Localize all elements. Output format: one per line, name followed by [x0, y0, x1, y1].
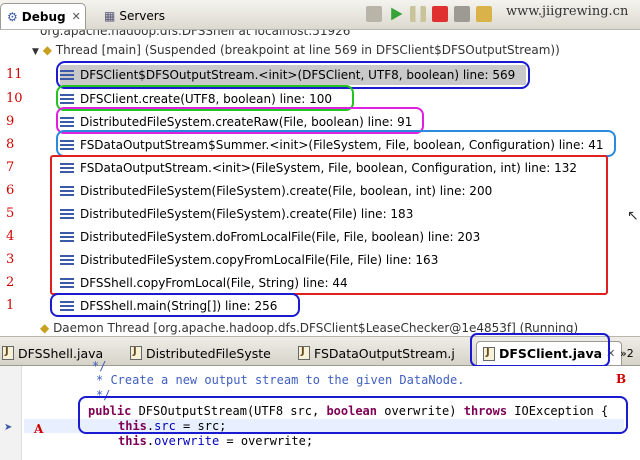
- remove-terminated-icon[interactable]: [366, 6, 382, 22]
- frame-number-label: 11: [6, 67, 23, 82]
- code-line: * Create a new output stream to the give…: [96, 373, 465, 387]
- instruction-pointer-icon: ➤: [4, 422, 13, 433]
- code-line: this.overwrite = overwrite;: [118, 434, 314, 448]
- java-file-icon: [2, 346, 14, 360]
- frame-number-label: 7: [6, 160, 15, 175]
- tab-debug-label: Debug: [21, 9, 66, 24]
- frame-number-label: 4: [6, 229, 15, 244]
- thread-icon: ◆: [40, 321, 50, 335]
- tab-distributedfilesystem-java[interactable]: DistributedFileSyste: [130, 341, 271, 365]
- editor-gutter: [0, 366, 22, 460]
- stack-frames-pane: org.apache.hadoop.dfs.DFSShell at localh…: [0, 30, 640, 336]
- highlight-box-active-tab: [470, 333, 610, 367]
- thread-label: Thread [main] (Suspended (breakpoint at …: [55, 43, 560, 57]
- java-file-icon: [130, 346, 142, 360]
- frame-number-label: 8: [6, 137, 15, 152]
- servers-icon: ▦: [104, 9, 116, 23]
- tab-servers[interactable]: ▦ Servers: [98, 3, 174, 29]
- frame-number-label: 2: [6, 275, 15, 290]
- debug-icon: ⚙: [7, 9, 18, 24]
- disconnect-icon[interactable]: [454, 6, 470, 22]
- tab-fsdataoutputstream-java[interactable]: FSDataOutputStream.j: [298, 341, 455, 365]
- debug-view-tabbar: ⚙ Debug ✕ ▦ Servers www.jiigrewing.cn: [0, 0, 640, 30]
- highlight-box-blue-main: [50, 293, 300, 317]
- watermark-text: www.jiigrewing.cn: [506, 4, 629, 19]
- frame-number-label: 6: [6, 183, 15, 198]
- process-line[interactable]: org.apache.hadoop.dfs.DFSShell at localh…: [40, 30, 350, 38]
- highlight-box-constructor: [78, 396, 628, 434]
- thread-line[interactable]: ▼ ◆ Thread [main] (Suspended (breakpoint…: [32, 43, 560, 57]
- debug-toolbar: [366, 6, 492, 22]
- suspend-icon[interactable]: [410, 6, 426, 22]
- step-into-icon[interactable]: [476, 6, 492, 22]
- frame-number-label: 1: [6, 298, 15, 313]
- highlight-box-red: [50, 155, 608, 295]
- collapse-icon[interactable]: ▼: [32, 47, 39, 57]
- frame-number-label: 10: [6, 91, 23, 106]
- highlight-box-cyan: [56, 130, 616, 157]
- frame-number-label: 9: [6, 114, 15, 129]
- tab-debug[interactable]: ⚙ Debug ✕: [0, 3, 86, 29]
- thread-icon: ◆: [42, 43, 52, 57]
- tab-dfsshell-java[interactable]: DFSShell.java: [2, 341, 103, 365]
- code-line: */: [92, 359, 107, 373]
- code-editor[interactable]: */ * Create a new output stream to the g…: [0, 359, 640, 460]
- annotation-label-a: A: [34, 422, 44, 436]
- tab-servers-label: Servers: [119, 9, 165, 23]
- more-tabs-button[interactable]: »2: [620, 341, 634, 365]
- cursor-icon: ↖: [627, 208, 639, 224]
- terminate-icon[interactable]: [432, 6, 448, 22]
- annotation-label-b: B: [616, 372, 627, 386]
- frame-number-label: 3: [6, 252, 15, 267]
- close-icon[interactable]: ✕: [72, 10, 81, 23]
- frame-number-label: 5: [6, 206, 15, 221]
- resume-icon[interactable]: [391, 7, 403, 21]
- java-file-icon: [298, 346, 310, 360]
